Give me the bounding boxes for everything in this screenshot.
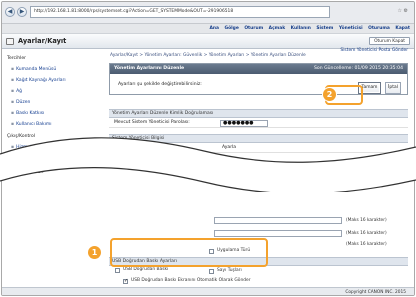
usb-auto-checkbox[interactable] bbox=[123, 278, 128, 284]
page-break-wave bbox=[0, 137, 416, 192]
app-header: Ayarlar/Kayıt Oturum Kapat Sistem Yöneti… bbox=[2, 34, 414, 53]
callout-1: 1 bbox=[88, 246, 101, 259]
usb-direct-checkbox[interactable] bbox=[115, 268, 120, 273]
callout-2: 2 bbox=[323, 88, 336, 101]
usb-highlight bbox=[110, 238, 268, 267]
admin-name-input[interactable] bbox=[214, 230, 342, 237]
sidebar-item-control-menu[interactable]: Kumanda Menüsü bbox=[11, 67, 56, 72]
admin-logout-link[interactable]: Sistem Yöneticisi Oturuma Kapat bbox=[316, 26, 410, 31]
max-16-note-3: (Maks 16 karakter) bbox=[346, 242, 387, 247]
usb-direct-label: USB Doğrudan Baskı bbox=[123, 267, 169, 272]
forward-icon[interactable]: ▶ bbox=[17, 7, 27, 17]
cancel-button[interactable]: İptal bbox=[385, 82, 401, 94]
usb-auto-label: USB Doğrudan Baskı Ekranını Otomatik Ola… bbox=[131, 278, 251, 283]
last-updated-text: Son Güncelleme: 01/09 2015 20:35:04 bbox=[313, 66, 403, 71]
login-link[interactable]: Oturum Açmak Kullanın bbox=[244, 26, 311, 31]
sidebar-item-layout[interactable]: Düzen bbox=[11, 100, 30, 105]
sidebar-item-user-maintenance[interactable]: Kullanıcı Bakımı bbox=[11, 122, 51, 127]
max-16-note-2: (Maks 16 karakter) bbox=[346, 231, 387, 236]
auth-section-header: Yönetim Ayarları Düzenle Kimlik Doğrulam… bbox=[109, 109, 408, 118]
copyright-text: Copyright CANON INC. 2015 bbox=[345, 290, 406, 295]
admin-id-input[interactable] bbox=[214, 217, 342, 224]
panel-message: Ayarları şu şekilde değiştirebilirsiniz: bbox=[118, 82, 202, 87]
sidebar-item-paper-source[interactable]: Kağıt Kaynağı Ayarları bbox=[11, 78, 66, 83]
logout-button[interactable]: Oturum Kapat bbox=[369, 37, 410, 45]
page-footer: Copyright CANON INC. 2015 bbox=[2, 287, 414, 295]
breadcrumb: Ayarlar/Kayıt > Yönetim Ayarları: Güvenl… bbox=[110, 53, 306, 58]
browser-toolbar: ◀ ▶ http://192.168.1.81:8000/rps/systems… bbox=[2, 2, 414, 24]
numeric-keys-checkbox[interactable] bbox=[209, 269, 214, 274]
max-16-note-1: (Maks 16 karakter) bbox=[346, 218, 387, 223]
top-links: Ana Gölge Oturum Açmak Kullanın Sistem Y… bbox=[2, 24, 414, 34]
sidebar-item-print-quality[interactable]: Baskı Katkısı bbox=[11, 111, 44, 116]
current-password-label: Mevcut Sistem Yöneticisi Parolası: bbox=[114, 120, 190, 125]
edit-panel: Yönetim Ayarlarını Düzenle Son Güncellem… bbox=[109, 63, 408, 95]
browser-tools-icon[interactable]: ☆ ⚙ bbox=[397, 8, 408, 14]
sidebar-item-network[interactable]: Ağ bbox=[11, 89, 22, 94]
panel-title: Yönetim Ayarlarını Düzenle Son Güncellem… bbox=[110, 64, 407, 74]
address-bar[interactable]: http://192.168.1.81:8000/rps/systemset.c… bbox=[30, 6, 330, 18]
numeric-keys-label: Sayı Tuşları bbox=[217, 268, 242, 273]
current-password-input[interactable]: ●●●●●●● bbox=[220, 120, 268, 127]
sidebar-group-preferences: Tercihler bbox=[7, 56, 26, 61]
home-link[interactable]: Ana Gölge bbox=[210, 26, 239, 31]
back-icon[interactable]: ◀ bbox=[5, 7, 15, 17]
page-title: Ayarlar/Kayıt bbox=[18, 37, 67, 45]
settings-icon bbox=[6, 38, 14, 45]
